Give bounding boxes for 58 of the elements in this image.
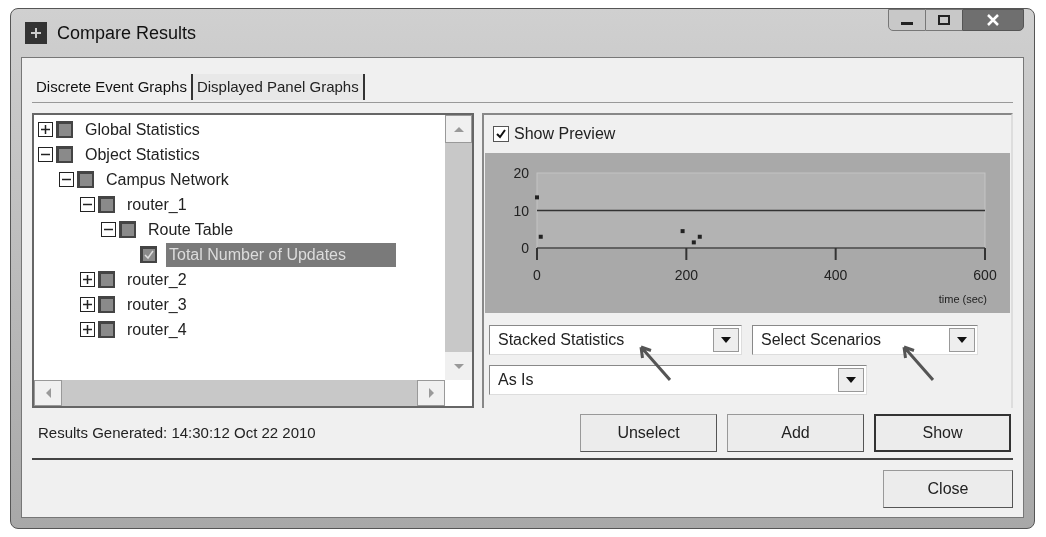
expand-icon[interactable] [80,322,95,337]
dropdown[interactable]: Select Scenarios [752,325,978,355]
axis-label: 600 [973,267,997,283]
dropdown[interactable]: As Is [489,365,867,395]
scrollbar[interactable] [34,380,445,406]
axis-label: 400 [824,267,848,283]
tree-item[interactable]: Global Statistics [82,117,203,142]
close-button[interactable] [962,9,1024,31]
collapse-icon[interactable] [59,172,74,187]
scrollbar[interactable] [445,115,472,380]
node-icon [98,271,115,288]
data-point [680,229,685,234]
window-title: Compare Results [57,21,197,45]
tree-item[interactable]: Route Table [145,217,237,242]
tree-item[interactable]: router_2 [124,267,190,292]
node-icon [56,146,73,163]
tree-item[interactable]: router_4 [124,317,190,342]
check-icon [495,128,507,140]
tree-item[interactable]: router_1 [124,192,190,217]
node-icon [77,171,94,188]
node-icon [98,196,115,213]
tab[interactable]: Displayed Panel Graphs [192,74,365,100]
action-button[interactable]: Add [727,414,864,452]
dropdown[interactable]: Stacked Statistics [489,325,742,355]
axis-title: time (sec) [938,293,987,305]
tree-item[interactable]: Campus Network [103,167,232,192]
axis-label: 200 [674,267,698,283]
axis-label: 20 [513,165,529,181]
tree-item[interactable]: router_3 [124,292,190,317]
action-button[interactable]: Unselect [580,414,717,452]
node-icon [56,121,73,138]
tree-item[interactable]: Object Statistics [82,142,203,167]
minimize-button[interactable] [888,9,926,31]
expand-icon[interactable] [80,297,95,312]
maximize-button[interactable] [926,9,962,31]
collapse-icon[interactable] [80,197,95,212]
caret-icon[interactable] [949,328,975,352]
axis-label: 0 [521,240,529,256]
expand-icon[interactable] [80,272,95,287]
caret-icon[interactable] [713,328,739,352]
node-icon [98,321,115,338]
axis-label: 0 [533,267,541,283]
node-icon [119,221,136,238]
data-point [538,234,543,239]
checkbox[interactable] [493,126,509,142]
collapse-icon[interactable] [101,222,116,237]
node-icon [98,296,115,313]
caret-icon[interactable] [838,368,864,392]
app-icon [25,22,47,44]
dialog-close-button[interactable]: Close [883,469,1013,508]
data-point [535,195,539,200]
action-button[interactable]: Show [874,414,1011,452]
close-icon [986,14,1000,26]
checkbox-label: Show Preview [514,124,616,144]
axis-label: 10 [513,202,529,219]
collapse-icon[interactable] [38,147,53,162]
expand-icon[interactable] [38,122,53,137]
status-text: Results Generated: 14:30:12 Oct 22 2010 [37,422,317,443]
